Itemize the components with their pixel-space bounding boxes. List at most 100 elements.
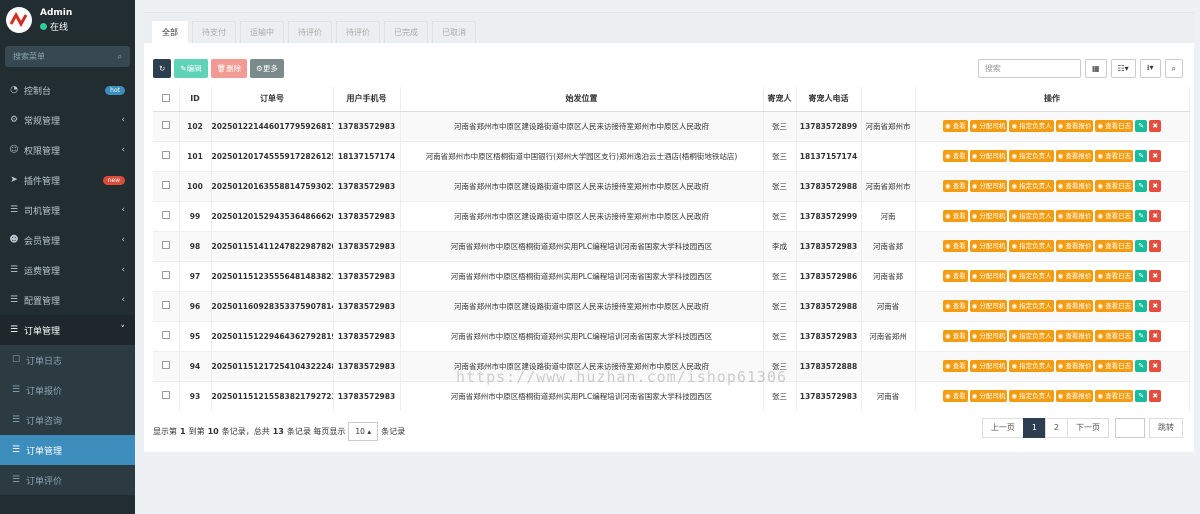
columns-button[interactable]: ☷▾ [1110, 59, 1136, 78]
view-quote-button[interactable]: ◉ 查看报价 [1055, 270, 1094, 282]
assign-driver-button[interactable]: ◉ 分配司机 [969, 240, 1008, 252]
sidebar-subitem-2[interactable]: ☰ 订单咨询 [0, 405, 135, 435]
sidebar-subitem-4[interactable]: ☰ 订单评价 [0, 465, 135, 495]
edit-row-button[interactable]: ✎ [1135, 330, 1148, 342]
table-row[interactable]: 97 2025011512355564814838​21 13783572983 河南… [153, 260, 1190, 291]
edit-row-button[interactable]: ✎ [1135, 270, 1148, 282]
view-quote-button[interactable]: ◉ 查看报价 [1055, 300, 1094, 312]
tab-6[interactable]: 已取消 [432, 21, 476, 43]
page-1-button[interactable]: 1 [1022, 418, 1046, 438]
assign-owner-button[interactable]: ◉ 指定负责人 [1009, 300, 1054, 312]
view-button[interactable]: ◉ 查看 [942, 330, 968, 342]
select-all-checkbox[interactable] [153, 87, 180, 112]
edit-row-button[interactable]: ✎ [1135, 360, 1148, 372]
sidebar-item-6[interactable]: ☰ 运费管理 ‹ [0, 255, 135, 285]
edit-row-button[interactable]: ✎ [1135, 210, 1148, 222]
edit-row-button[interactable]: ✎ [1135, 150, 1148, 162]
more-button[interactable]: ⚙ 更多 [250, 59, 284, 78]
refresh-button[interactable]: ↻ [153, 59, 172, 78]
page-2-button[interactable]: 2 [1044, 418, 1068, 438]
edit-row-button[interactable]: ✎ [1135, 300, 1148, 312]
assign-driver-button[interactable]: ◉ 分配司机 [969, 390, 1008, 403]
table-row[interactable]: 98 2025011514112478229878​20 13783572983 河南… [153, 230, 1190, 261]
table-row[interactable]: 96 2025011609283533759078​14 13783572983 河南… [153, 290, 1190, 321]
assign-driver-button[interactable]: ◉ 分配司机 [969, 330, 1008, 342]
assign-owner-button[interactable]: ◉ 指定负责人 [1009, 390, 1054, 403]
view-button[interactable]: ◉ 查看 [942, 240, 968, 252]
col-origin[interactable]: 始发位置 [400, 87, 764, 112]
assign-owner-button[interactable]: ◉ 指定负责人 [1009, 330, 1054, 342]
assign-owner-button[interactable]: ◉ 指定负责人 [1009, 180, 1054, 192]
sidebar-item-5[interactable]: ☻ 会员管理 ‹ [0, 225, 135, 255]
tab-1[interactable]: 待支付 [192, 21, 236, 43]
delete-row-button[interactable]: ✖ [1149, 360, 1162, 372]
view-quote-button[interactable]: ◉ 查看报价 [1055, 390, 1094, 403]
table-search-input[interactable]: 搜索 [977, 59, 1081, 78]
sidebar-subitem-1[interactable]: ☰ 订单报价 [0, 375, 135, 405]
sidebar-item-7[interactable]: ☰ 配置管理 ‹ [0, 285, 135, 315]
row-checkbox[interactable] [153, 110, 180, 141]
table-row[interactable]: 99 2025012015294353648666​20 13783572983 河南… [153, 200, 1190, 231]
view-quote-button[interactable]: ◉ 查看报价 [1055, 240, 1094, 252]
assign-owner-button[interactable]: ◉ 指定负责人 [1009, 270, 1054, 282]
row-checkbox[interactable] [153, 200, 180, 231]
view-log-button[interactable]: ◉ 查看日志 [1095, 300, 1134, 312]
col-order-no[interactable]: 订单号 [211, 87, 334, 112]
row-checkbox[interactable] [153, 290, 180, 321]
tab-5[interactable]: 已完成 [384, 21, 428, 43]
delete-row-button[interactable]: ✖ [1149, 180, 1162, 192]
assign-driver-button[interactable]: ◉ 分配司机 [969, 360, 1008, 372]
search-icon[interactable]: ⌕ [118, 52, 122, 62]
delete-row-button[interactable]: ✖ [1149, 120, 1162, 132]
tab-4[interactable]: 待评价 [336, 21, 380, 43]
view-log-button[interactable]: ◉ 查看日志 [1095, 390, 1134, 403]
view-button[interactable]: ◉ 查看 [942, 300, 968, 312]
prev-page-button[interactable]: 上一页 [981, 418, 1024, 438]
delete-row-button[interactable]: ✖ [1149, 150, 1162, 162]
col-sender[interactable]: 寄宠人 [763, 87, 797, 112]
view-button[interactable]: ◉ 查看 [942, 360, 968, 372]
view-button[interactable]: ◉ 查看 [942, 150, 968, 162]
table-row[interactable]: 100 2025012016355881475930​23 13783572983 河… [153, 170, 1190, 201]
col-sender-phone[interactable]: 寄宠人电话 [796, 87, 862, 112]
delete-row-button[interactable]: ✖ [1149, 330, 1162, 342]
edit-row-button[interactable]: ✎ [1135, 120, 1148, 132]
view-button[interactable]: ◉ 查看 [942, 120, 968, 132]
view-quote-button[interactable]: ◉ 查看报价 [1055, 150, 1094, 162]
view-log-button[interactable]: ◉ 查看日志 [1095, 150, 1134, 162]
assign-owner-button[interactable]: ◉ 指定负责人 [1009, 150, 1054, 162]
row-checkbox[interactable] [153, 170, 180, 201]
jump-page-input[interactable] [1115, 418, 1145, 438]
sidebar-item-0[interactable]: ◔ 控制台 hot [0, 75, 135, 105]
edit-row-button[interactable]: ✎ [1135, 180, 1148, 192]
table-row[interactable]: 101 20250120174555917282612​5 18137157174 河… [153, 140, 1190, 171]
assign-driver-button[interactable]: ◉ 分配司机 [969, 150, 1008, 162]
assign-driver-button[interactable]: ◉ 分配司机 [969, 120, 1008, 132]
table-row[interactable]: 95 2025011512294643627928​19 13783572983 河南… [153, 320, 1190, 351]
edit-row-button[interactable]: ✎ [1135, 240, 1148, 252]
row-checkbox[interactable] [153, 350, 180, 381]
row-checkbox[interactable] [153, 320, 180, 351]
col-id[interactable]: ID [179, 87, 212, 112]
view-quote-button[interactable]: ◉ 查看报价 [1055, 330, 1094, 342]
view-quote-button[interactable]: ◉ 查看报价 [1055, 210, 1094, 222]
view-button[interactable]: ◉ 查看 [942, 270, 968, 282]
col-user-phone[interactable]: 用户手机号 [333, 87, 401, 112]
view-log-button[interactable]: ◉ 查看日志 [1095, 240, 1134, 252]
sidebar-item-3[interactable]: ➤ 插件管理 new [0, 165, 135, 195]
assign-driver-button[interactable]: ◉ 分配司机 [969, 210, 1008, 222]
sidebar-item-1[interactable]: ⚙ 常规管理 ‹ [0, 105, 135, 135]
delete-button[interactable]: 🗑 删除 [210, 59, 248, 78]
sidebar-subitem-3[interactable]: ☰ 订单管理 [0, 435, 135, 465]
delete-row-button[interactable]: ✖ [1149, 300, 1162, 312]
delete-row-button[interactable]: ✖ [1149, 270, 1162, 282]
view-log-button[interactable]: ◉ 查看日志 [1095, 210, 1134, 222]
view-quote-button[interactable]: ◉ 查看报价 [1055, 120, 1094, 132]
view-button[interactable]: ◉ 查看 [942, 390, 968, 403]
page-size-select[interactable]: 10 ▴ [348, 422, 379, 441]
row-checkbox[interactable] [153, 140, 180, 171]
sidebar-item-4[interactable]: ☰ 司机管理 ‹ [0, 195, 135, 225]
view-quote-button[interactable]: ◉ 查看报价 [1055, 360, 1094, 372]
delete-row-button[interactable]: ✖ [1149, 210, 1162, 222]
jump-button[interactable]: 跳转 [1149, 418, 1183, 438]
